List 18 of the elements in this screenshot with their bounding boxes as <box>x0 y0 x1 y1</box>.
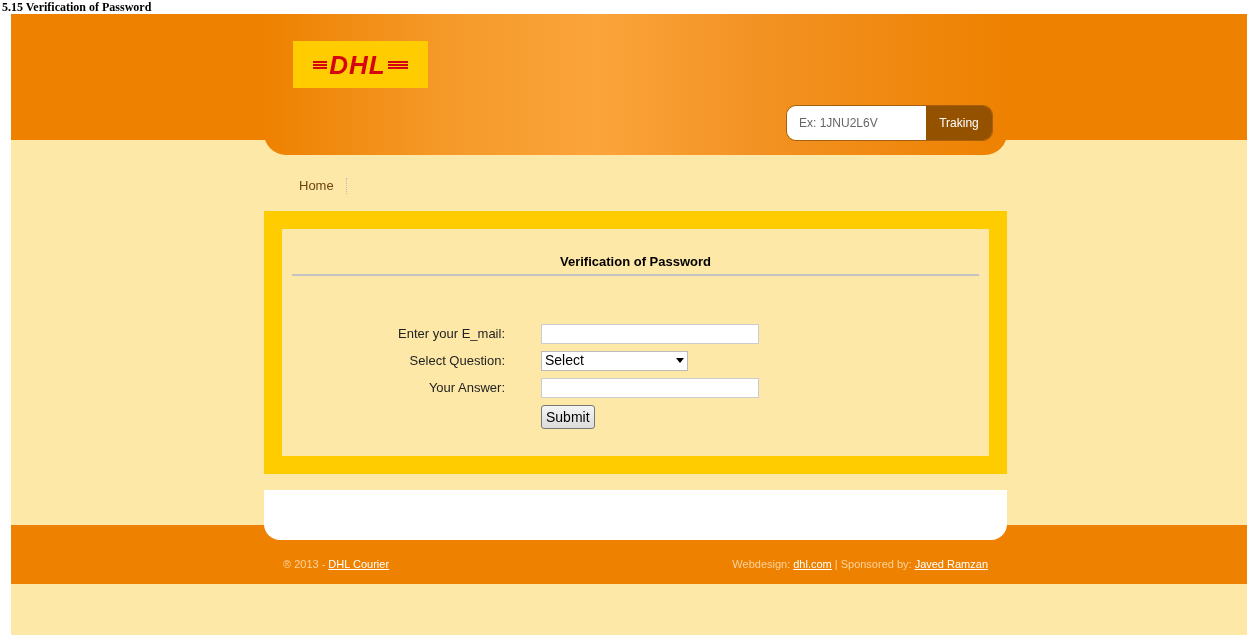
document-heading: 5.15 Verification of Password <box>2 0 153 14</box>
submit-button[interactable]: Submit <box>541 405 595 429</box>
input-field[interactable] <box>541 377 759 398</box>
copyright-text: ® 2013 - <box>283 557 326 572</box>
nav-link[interactable]: Home <box>299 176 346 196</box>
credit-text: | Sponsored by: <box>834 557 912 572</box>
stripes-icon <box>387 59 408 70</box>
field-label: Your Answer: <box>427 378 505 397</box>
input-field[interactable] <box>541 323 759 344</box>
logo-text: DHL <box>329 51 386 78</box>
stripes-icon <box>313 59 328 70</box>
form-title: Verification of Password <box>292 252 979 276</box>
caret-icon <box>676 358 684 363</box>
question-select[interactable]: Select <box>541 350 688 371</box>
logo[interactable]: DHL <box>293 41 428 88</box>
field-label: Select Question: <box>408 351 505 370</box>
credit-text: Webdesign: <box>732 557 791 572</box>
field-label: Enter your E_mail: <box>397 324 505 343</box>
